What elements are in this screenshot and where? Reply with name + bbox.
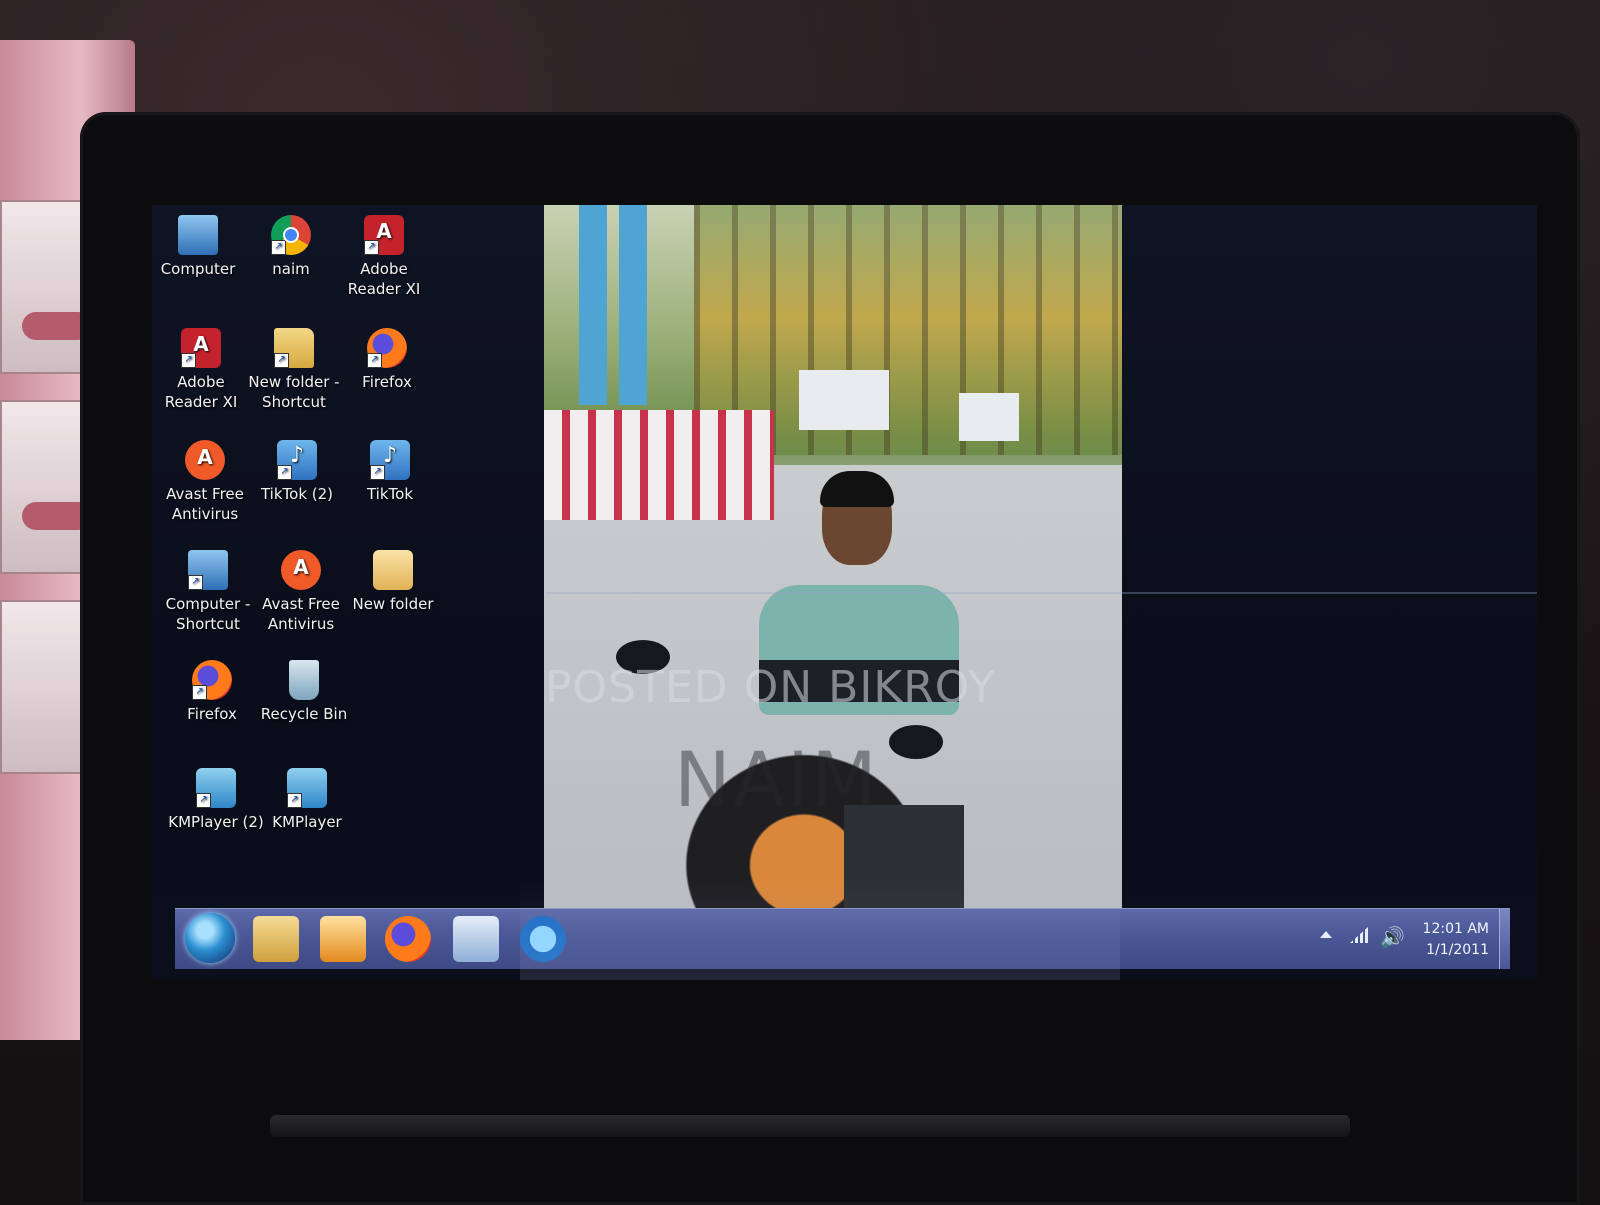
shortcut-arrow-icon: ↗: [364, 240, 379, 255]
desktop-icon-adobe-reader[interactable]: ↗ Adobe Reader XI: [334, 215, 434, 299]
shortcut-arrow-icon: ↗: [196, 793, 211, 808]
desktop-icon-new-folder[interactable]: New folder: [343, 550, 443, 614]
system-clock[interactable]: 12:01 AM 1/1/2011: [1407, 919, 1489, 961]
computer-icon: [178, 215, 218, 255]
icon-label: New folder -: [248, 373, 340, 391]
icon-label: TikTok (2): [260, 485, 334, 503]
shortcut-arrow-icon: ↗: [370, 465, 385, 480]
tiktok-shortcut-icon: ↗: [277, 440, 317, 480]
shortcut-arrow-icon: ↗: [277, 465, 292, 480]
adobe-reader-icon: ↗: [364, 215, 404, 255]
screen-seam: [547, 592, 1537, 594]
shortcut-arrow-icon: ↗: [271, 240, 286, 255]
clock-date: 1/1/2011: [1426, 942, 1489, 958]
avast-icon: [185, 440, 225, 480]
wallpaper-bike-mirror: [889, 725, 943, 759]
desktop-icon-avast[interactable]: Avast Free Antivirus: [155, 440, 255, 524]
folder-shortcut-icon: ↗: [274, 328, 314, 368]
icon-label: TikTok: [366, 485, 414, 503]
word-document-icon[interactable]: [453, 916, 499, 962]
icon-label: KMPlayer (2): [168, 813, 264, 831]
icon-label: Shortcut: [176, 615, 240, 633]
laptop-hinge: [270, 1115, 1350, 1137]
network-signal-icon[interactable]: [1350, 927, 1368, 943]
chrome-folder-icon: [373, 550, 413, 590]
desktop-icon-recycle-bin[interactable]: Recycle Bin: [254, 660, 354, 724]
desktop-icon-computer-shortcut[interactable]: ↗ Computer - Shortcut: [158, 550, 258, 634]
watermark-name: NAIM: [674, 735, 879, 824]
wallpaper-pillar: [619, 205, 647, 405]
volume-icon[interactable]: 🔊: [1380, 925, 1405, 949]
icon-label: Firefox: [187, 705, 237, 723]
adobe-reader-icon: ↗: [181, 328, 221, 368]
desktop-icon-kmplayer-2[interactable]: ↗ KMPlayer (2): [166, 768, 266, 832]
tiktok-shortcut-icon: ↗: [370, 440, 410, 480]
icon-label: Avast Free: [262, 595, 340, 613]
icon-label: Computer -: [165, 595, 251, 613]
desktop-icon-computer[interactable]: Computer: [148, 215, 248, 279]
icon-label: Recycle Bin: [260, 705, 348, 723]
chrome-shortcut-icon: ↗: [271, 215, 311, 255]
watermark-posted-on: POSTED ON BIKROY: [545, 662, 996, 713]
shortcut-arrow-icon: ↗: [287, 793, 302, 808]
avast-icon: [281, 550, 321, 590]
windows-explorer-icon[interactable]: [253, 916, 299, 962]
desktop-icon-avast[interactable]: Avast Free Antivirus: [251, 550, 351, 634]
icon-label: Computer: [160, 260, 236, 278]
icon-label: Antivirus: [267, 615, 335, 633]
desktop-icon-kmplayer[interactable]: ↗ KMPlayer: [257, 768, 357, 832]
computer-shortcut-icon: ↗: [188, 550, 228, 590]
desktop-icon-tiktok[interactable]: ↗ TikTok: [340, 440, 440, 504]
start-orb-icon[interactable]: [185, 913, 235, 963]
desktop-icon-naim[interactable]: ↗ naim: [241, 215, 341, 279]
media-player-icon[interactable]: [320, 916, 366, 962]
icon-label: Firefox: [362, 373, 412, 391]
desktop-icon-new-folder-shortcut[interactable]: ↗ New folder - Shortcut: [244, 328, 344, 412]
shortcut-arrow-icon: ↗: [188, 575, 203, 590]
show-hidden-icons-icon[interactable]: [1320, 931, 1332, 938]
desktop-icon-tiktok-2[interactable]: ↗ TikTok (2): [247, 440, 347, 504]
icon-label: New folder: [352, 595, 434, 613]
icon-label: KMPlayer: [272, 813, 342, 831]
desktop-icon-firefox[interactable]: ↗ Firefox: [337, 328, 437, 392]
icon-label: Antivirus: [171, 505, 239, 523]
desktop-icon-adobe-reader[interactable]: ↗ Adobe Reader XI: [151, 328, 251, 412]
firefox-icon[interactable]: [385, 916, 431, 962]
recycle-bin-icon: [289, 660, 319, 700]
shortcut-arrow-icon: ↗: [192, 685, 207, 700]
icon-label: Adobe: [177, 373, 225, 391]
firefox-icon: ↗: [192, 660, 232, 700]
kmplayer-icon: ↗: [196, 768, 236, 808]
desktop-icon-firefox[interactable]: ↗ Firefox: [162, 660, 262, 724]
shortcut-arrow-icon: ↗: [367, 353, 382, 368]
firefox-icon: ↗: [367, 328, 407, 368]
kmplayer-icon: ↗: [287, 768, 327, 808]
shortcut-arrow-icon: ↗: [274, 353, 289, 368]
icon-label: Adobe: [360, 260, 408, 278]
clock-time: 12:01 AM: [1422, 921, 1489, 937]
wallpaper-fence: [544, 410, 774, 520]
icon-label: Reader XI: [164, 393, 238, 411]
icon-label: Avast Free: [166, 485, 244, 503]
wallpaper-pillar: [579, 205, 607, 405]
shortcut-arrow-icon: ↗: [181, 353, 196, 368]
wallpaper-signboard: [799, 370, 889, 430]
screen-glare: [520, 880, 1120, 980]
icon-label: naim: [272, 260, 310, 278]
wallpaper-signboard: [959, 393, 1019, 441]
show-desktop-button[interactable]: [1499, 909, 1510, 969]
icon-label: Shortcut: [262, 393, 326, 411]
icon-label: Reader XI: [347, 280, 421, 298]
